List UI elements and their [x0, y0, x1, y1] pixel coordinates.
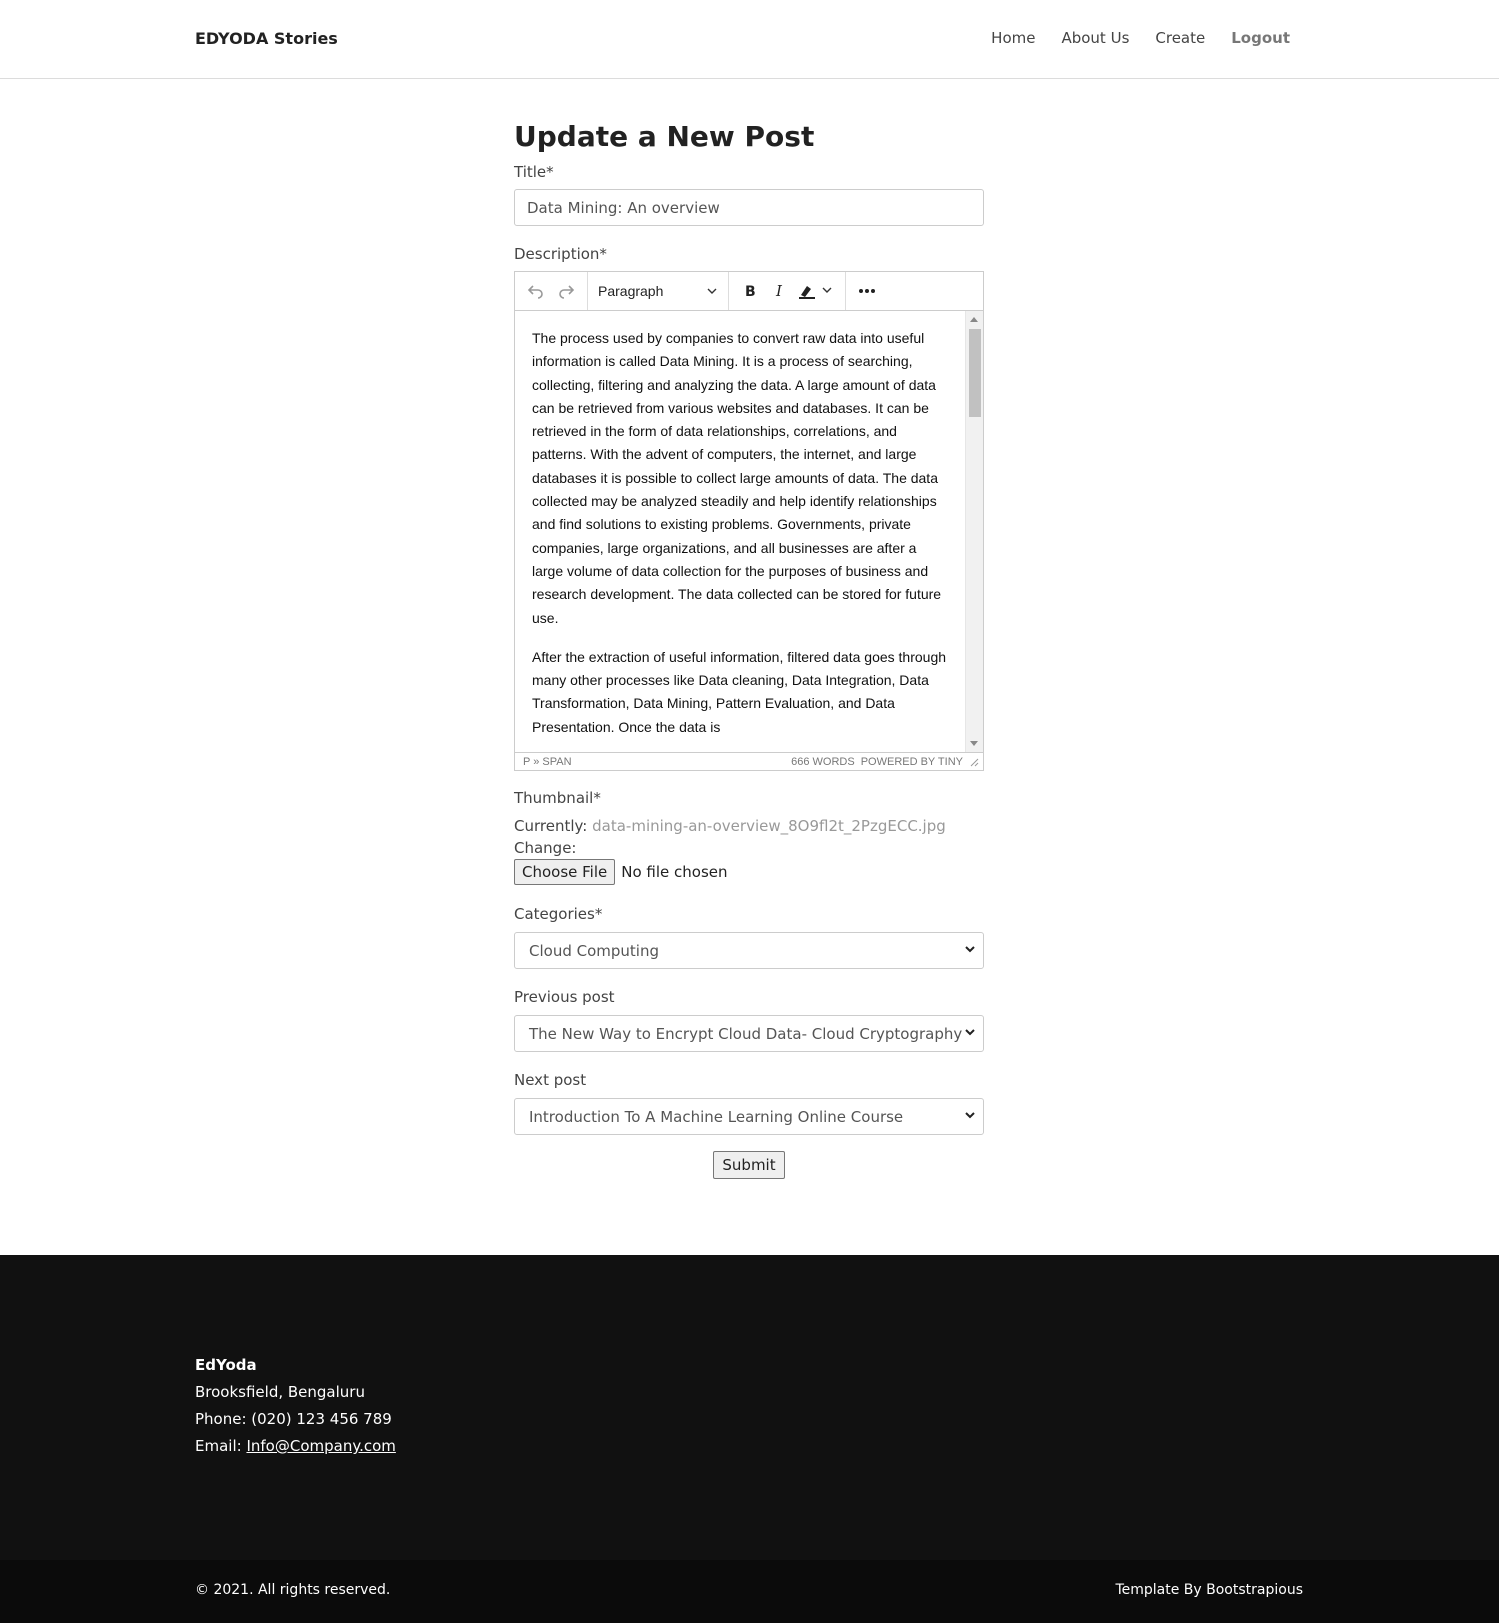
previous-post-label: Previous post	[514, 988, 615, 1006]
element-path[interactable]: P » SPAN	[523, 756, 572, 768]
italic-icon[interactable]: I	[765, 276, 795, 306]
word-count[interactable]: 666 WORDS	[791, 756, 855, 768]
editor-statusbar: P » SPAN 666 WORDS POWERED BY TINY	[515, 752, 983, 770]
nav-links: Home About Us Create Logout	[991, 29, 1290, 47]
current-thumbnail: Currently: data-mining-an-overview_8O9fl…	[514, 817, 984, 835]
editor-toolbar: Paragraph B I	[515, 272, 983, 311]
page-title: Update a New Post	[514, 120, 815, 153]
nav-logout-link[interactable]: Logout	[1231, 29, 1290, 47]
copyright: © 2021. All rights reserved.	[195, 1582, 391, 1598]
top-navbar: EDYODA Stories Home About Us Create Logo…	[0, 0, 1499, 79]
template-credit: Template By Bootstrapious	[1115, 1582, 1303, 1598]
editor-paragraph: The process used by companies to convert…	[532, 330, 942, 626]
block-format-value: Paragraph	[598, 283, 664, 299]
change-label: Change:	[514, 839, 577, 857]
previous-post-select[interactable]: The New Way to Encrypt Cloud Data- Cloud…	[514, 1015, 984, 1052]
footer-email: Email: Info@Company.com	[195, 1433, 396, 1460]
svg-text:I: I	[775, 283, 783, 299]
footer-phone: Phone: (020) 123 456 789	[195, 1410, 392, 1428]
chevron-down-icon	[963, 1108, 977, 1122]
more-options-icon[interactable]	[852, 276, 882, 306]
file-input: Choose File No file chosen	[514, 859, 984, 885]
no-file-text: No file chosen	[621, 863, 728, 881]
editor-paragraph: After the extraction of useful informati…	[532, 648, 947, 735]
footer: EdYoda Brooksfield, Bengaluru Phone: (02…	[0, 1255, 1499, 1560]
footer-company: EdYoda	[195, 1356, 257, 1374]
powered-by-link[interactable]: POWERED BY TINY	[861, 756, 963, 768]
format-group: Paragraph	[588, 272, 729, 310]
current-file-link[interactable]: data-mining-an-overview_8O9fl2t_2PzgECC.…	[592, 817, 946, 835]
nav-home-link[interactable]: Home	[991, 29, 1035, 47]
chevron-down-icon	[963, 1025, 977, 1039]
more-group	[846, 272, 888, 310]
nav-about-link[interactable]: About Us	[1061, 29, 1129, 47]
statusbar-right: 666 WORDS POWERED BY TINY	[791, 756, 979, 768]
description-label: Description*	[514, 245, 607, 263]
footer-contact: EdYoda Brooksfield, Bengaluru Phone: (02…	[195, 1352, 396, 1460]
footer-address: Brooksfield, Bengaluru	[195, 1383, 365, 1401]
post-form: Update a New Post Title* Data Mining: An…	[514, 120, 984, 1179]
previous-post-value: The New Way to Encrypt Cloud Data- Cloud…	[529, 1024, 963, 1043]
redo-icon[interactable]	[551, 276, 581, 306]
footer-bottom-bar: © 2021. All rights reserved. Template By…	[0, 1560, 1499, 1623]
currently-label: Currently:	[514, 817, 588, 835]
next-post-select[interactable]: Introduction To A Machine Learning Onlin…	[514, 1098, 984, 1135]
history-group	[515, 272, 588, 310]
template-author-link[interactable]: Bootstrapious	[1206, 1582, 1303, 1598]
title-label: Title*	[514, 163, 554, 181]
footer-email-link[interactable]: Info@Company.com	[246, 1437, 395, 1455]
undo-icon[interactable]	[521, 276, 551, 306]
resize-handle-icon[interactable]	[969, 757, 979, 767]
next-post-value: Introduction To A Machine Learning Onlin…	[529, 1107, 904, 1126]
title-input[interactable]: Data Mining: An overview	[514, 189, 984, 226]
categories-select[interactable]: Cloud Computing	[514, 932, 984, 969]
rich-text-editor[interactable]: Paragraph B I The process used by compan…	[514, 271, 984, 771]
highlight-color-icon[interactable]	[795, 276, 839, 306]
scroll-down-arrow-icon[interactable]	[970, 741, 978, 746]
title-input-value: Data Mining: An overview	[527, 198, 720, 217]
thumbnail-label: Thumbnail*	[514, 789, 601, 807]
choose-file-button[interactable]: Choose File	[514, 859, 616, 885]
scroll-up-arrow-icon[interactable]	[970, 317, 978, 322]
submit-button[interactable]: Submit	[713, 1151, 785, 1179]
next-post-label: Next post	[514, 1071, 587, 1089]
chevron-down-icon	[707, 288, 717, 294]
footer-email-label: Email:	[195, 1437, 242, 1455]
style-group: B I	[729, 272, 846, 310]
block-format-dropdown[interactable]: Paragraph	[592, 283, 724, 299]
editor-scrollbar[interactable]	[965, 311, 983, 752]
svg-text:B: B	[745, 284, 756, 299]
editor-content[interactable]: The process used by companies to convert…	[515, 311, 965, 752]
bold-icon[interactable]: B	[735, 276, 765, 306]
scroll-thumb[interactable]	[969, 329, 981, 417]
categories-value: Cloud Computing	[529, 941, 659, 960]
categories-label: Categories*	[514, 905, 603, 923]
nav-create-link[interactable]: Create	[1155, 29, 1205, 47]
template-label: Template By	[1115, 1582, 1202, 1598]
chevron-down-icon	[963, 942, 977, 956]
site-brand[interactable]: EDYODA Stories	[195, 29, 338, 48]
submit-row: Submit	[514, 1151, 984, 1179]
